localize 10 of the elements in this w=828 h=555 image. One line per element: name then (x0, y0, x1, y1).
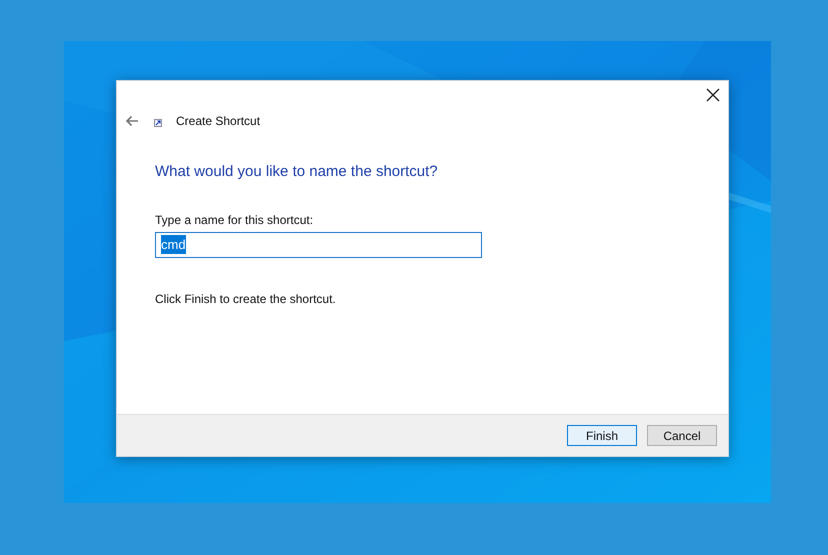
wizard-title: Create Shortcut (176, 113, 260, 130)
field-label: Type a name for this shortcut: (154, 212, 314, 228)
dialog-button[interactable]: Cancel (647, 425, 717, 446)
dialog-button[interactable]: Finish (567, 425, 637, 446)
wizard-heading: What would you like to name the shortcut? (154, 162, 439, 182)
close-icon[interactable] (706, 88, 720, 102)
shortcut-icon (154, 119, 162, 127)
instruction-text: Click Finish to create the shortcut. (154, 290, 337, 308)
name-field[interactable]: cmd (155, 232, 482, 258)
back-arrow-icon[interactable] (125, 115, 139, 127)
